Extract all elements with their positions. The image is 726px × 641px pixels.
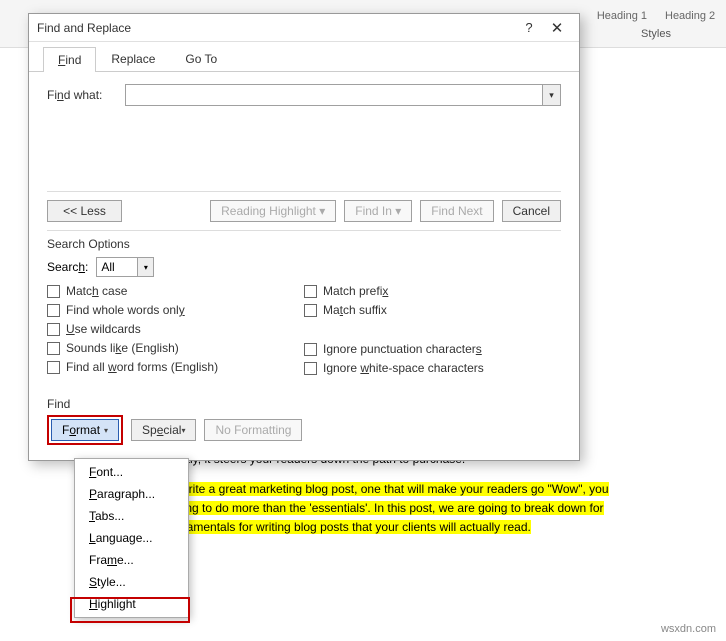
less-button[interactable]: << Less: [47, 200, 122, 222]
styles-group-label: Styles: [641, 28, 671, 40]
help-button[interactable]: ?: [515, 18, 543, 38]
dialog-tabs: Find Replace Go To: [29, 42, 579, 72]
menu-item-highlight[interactable]: Highlight: [75, 593, 188, 615]
cancel-button[interactable]: Cancel: [502, 200, 561, 222]
special-button[interactable]: Special ▾: [131, 419, 196, 441]
find-in-button[interactable]: Find In ▾: [344, 200, 412, 222]
match-suffix-label: Match suffix: [323, 303, 387, 317]
find-what-label: Find what:: [47, 88, 125, 102]
dropdown-arrow-icon[interactable]: ▾: [542, 85, 560, 105]
doc-text: write a great marketing blog post, one t…: [180, 482, 609, 496]
format-button[interactable]: Format▾: [51, 419, 119, 441]
doc-text: ling to do more than the 'essentials'. I…: [180, 501, 604, 515]
search-direction-value: All: [101, 260, 114, 274]
menu-item-language[interactable]: Language...: [75, 527, 188, 549]
style-heading-1[interactable]: Heading 1: [589, 8, 655, 24]
wildcards-checkbox[interactable]: [47, 323, 60, 336]
menu-item-style[interactable]: Style...: [75, 571, 188, 593]
style-heading-2[interactable]: Heading 2: [657, 8, 723, 24]
ignore-ws-label: Ignore white-space characters: [323, 361, 484, 375]
all-word-forms-label: Find all word forms (English): [66, 360, 218, 374]
wildcards-label: Use wildcards: [66, 322, 141, 336]
sounds-like-checkbox[interactable]: [47, 342, 60, 355]
search-options-label: Search Options: [47, 237, 561, 251]
match-suffix-checkbox[interactable]: [304, 304, 317, 317]
close-button[interactable]: ✕: [543, 18, 571, 38]
menu-item-paragraph[interactable]: Paragraph...: [75, 483, 188, 505]
no-formatting-button[interactable]: No Formatting: [204, 419, 302, 441]
find-what-input[interactable]: ▾: [125, 84, 561, 106]
tab-goto[interactable]: Go To: [170, 46, 232, 71]
tab-find[interactable]: Find: [43, 47, 96, 72]
tab-replace[interactable]: Replace: [96, 46, 170, 71]
doc-text: damentals for writing blog posts that yo…: [180, 520, 531, 534]
search-direction-label: Search:: [47, 260, 88, 274]
match-prefix-checkbox[interactable]: [304, 285, 317, 298]
search-direction-select[interactable]: All ▾: [96, 257, 154, 277]
find-section-label: Find: [47, 397, 561, 411]
whole-words-label: Find whole words only: [66, 303, 185, 317]
dialog-title: Find and Replace: [37, 21, 515, 35]
match-prefix-label: Match prefix: [323, 284, 388, 298]
chevron-down-icon: ▾: [104, 426, 108, 435]
whole-words-checkbox[interactable]: [47, 304, 60, 317]
menu-item-frame[interactable]: Frame...: [75, 549, 188, 571]
ignore-punct-label: Ignore punctuation characters: [323, 342, 482, 356]
ignore-ws-checkbox[interactable]: [304, 362, 317, 375]
chevron-down-icon[interactable]: ▾: [137, 258, 153, 276]
menu-item-tabs[interactable]: Tabs...: [75, 505, 188, 527]
dialog-titlebar[interactable]: Find and Replace ? ✕: [29, 14, 579, 42]
all-word-forms-checkbox[interactable]: [47, 361, 60, 374]
match-case-label: Match case: [66, 284, 127, 298]
format-dropdown-menu: Font... Paragraph... Tabs... Language...…: [74, 458, 189, 618]
match-case-checkbox[interactable]: [47, 285, 60, 298]
watermark-source: wsxdn.com: [661, 623, 716, 635]
ignore-punct-checkbox[interactable]: [304, 343, 317, 356]
find-replace-dialog: Find and Replace ? ✕ Find Replace Go To …: [28, 13, 580, 461]
find-next-button[interactable]: Find Next: [420, 200, 493, 222]
styles-group: Heading 1 Heading 2 Styles: [586, 0, 726, 48]
reading-highlight-button[interactable]: Reading Highlight ▾: [210, 200, 336, 222]
menu-item-font[interactable]: Font...: [75, 461, 188, 483]
sounds-like-label: Sounds like (English): [66, 341, 179, 355]
